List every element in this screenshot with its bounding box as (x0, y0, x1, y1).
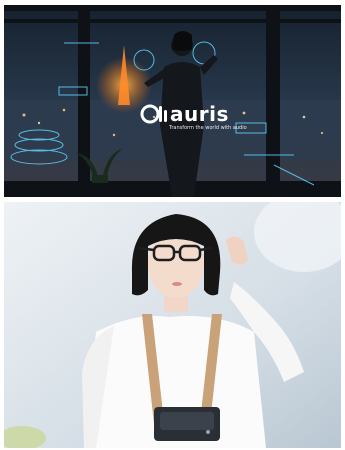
photo-collage: auris Transform the world with audio (0, 0, 345, 450)
night-city-scene (4, 5, 341, 197)
brand-tagline: Transform the world with audio (169, 125, 247, 131)
auris-mark-icon (140, 104, 167, 124)
product-model-photo (4, 202, 341, 448)
brand-name: auris (170, 102, 229, 126)
hero-night-city-photo: auris Transform the world with audio (4, 5, 341, 197)
auris-logo: auris Transform the world with audio (140, 102, 260, 132)
model-with-smart-glasses (4, 202, 341, 448)
